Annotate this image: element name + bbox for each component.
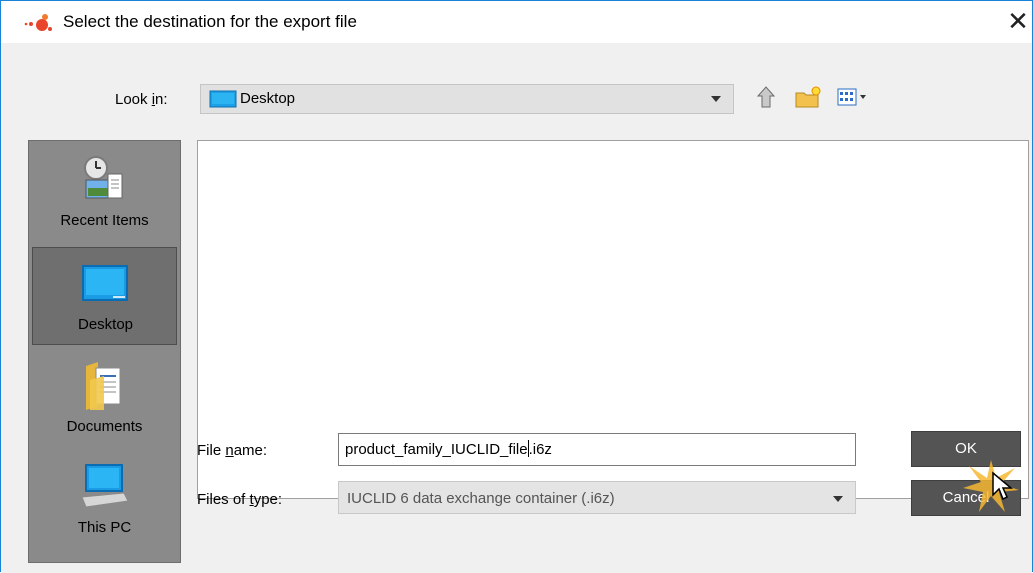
place-label: Recent Items (60, 212, 149, 229)
look-in-combobox[interactable]: Desktop (200, 84, 734, 114)
recent-items-icon (84, 156, 123, 199)
file-type-value: IUCLID 6 data exchange container (.i6z) (347, 490, 615, 507)
file-type-label: Files of type: (197, 491, 283, 508)
place-label: Desktop (77, 316, 134, 333)
places-bar: Recent Items Desktop Documents This PC (28, 140, 181, 563)
view-menu-icon (837, 88, 866, 106)
desktop-icon (209, 90, 237, 108)
this-pc-icon (81, 464, 129, 508)
desktop-icon (82, 265, 128, 301)
documents-icon (86, 362, 121, 410)
close-button[interactable]: ✕ (1005, 7, 1031, 35)
place-documents[interactable]: Documents (32, 350, 177, 448)
dialog-title: Select the destination for the export fi… (63, 12, 357, 31)
file-name-input[interactable]: product_family_IUCLID_file.i6z (338, 433, 856, 466)
place-label: Documents (66, 418, 143, 435)
close-icon: ✕ (1007, 6, 1029, 36)
place-desktop[interactable]: Desktop (32, 247, 177, 345)
look-in-value: Desktop (240, 90, 296, 107)
new-folder-icon (795, 86, 821, 108)
save-dialog: Select the destination for the export fi… (0, 0, 1033, 573)
view-menu-button[interactable] (836, 83, 876, 111)
chevron-down-icon (833, 496, 843, 502)
chevron-down-icon (711, 96, 721, 102)
file-name-label: File name: (197, 442, 268, 459)
up-one-level-button[interactable] (753, 83, 779, 111)
new-folder-button[interactable] (794, 83, 821, 111)
file-type-combobox[interactable]: IUCLID 6 data exchange container (.i6z) (338, 481, 856, 514)
app-logo-icon (24, 14, 52, 31)
place-this-pc[interactable]: This PC (32, 451, 177, 549)
title-bar: Select the destination for the export fi… (1, 1, 1032, 43)
place-recent-items[interactable]: Recent Items (32, 144, 177, 242)
mouse-pointer-icon (992, 471, 1014, 501)
up-one-level-icon (756, 86, 776, 108)
place-label: This PC (77, 519, 132, 536)
look-in-label: Look in: (115, 91, 168, 108)
